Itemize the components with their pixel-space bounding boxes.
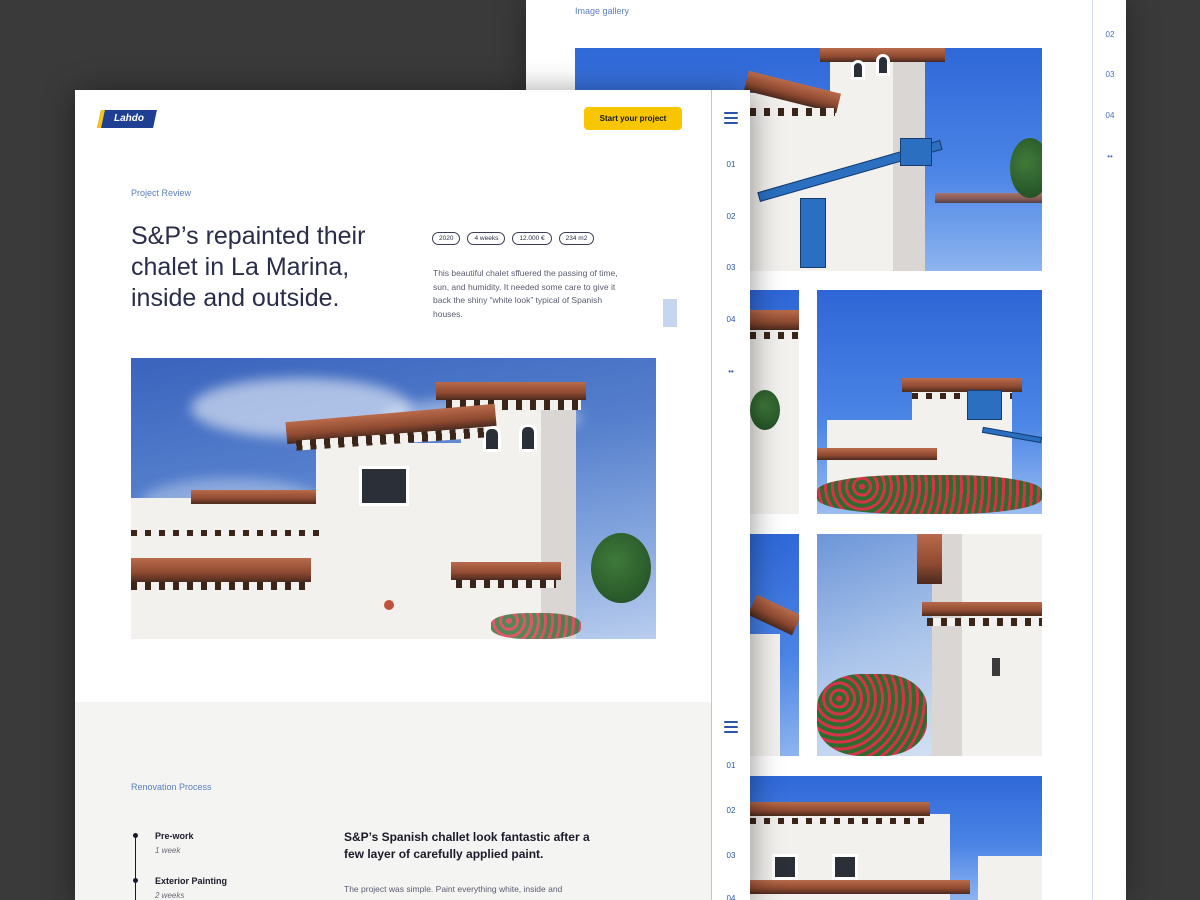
- gallery-photo-arch-partial[interactable]: [750, 290, 799, 514]
- renovation-eyebrow: Renovation Process: [131, 782, 212, 792]
- rail-nav-04-secondary[interactable]: 04: [717, 894, 745, 900]
- brand-logo-text: Lahdo: [114, 113, 144, 124]
- scroll-thumb[interactable]: [663, 299, 677, 327]
- tag-budget: 12.000 €: [512, 232, 552, 245]
- project-description: This beautiful chalet sffuered the passi…: [433, 268, 618, 319]
- step-duration-prework: 1 week: [155, 846, 181, 855]
- rail-nav-more[interactable]: ••: [717, 367, 745, 376]
- hero-photo: [131, 358, 656, 639]
- gallery-photo-house-basket[interactable]: [817, 290, 1042, 514]
- tag-duration: 4 weeks: [467, 232, 506, 245]
- timeline-dot-prework: [133, 833, 138, 838]
- tag-year: 2020: [432, 232, 461, 245]
- renovation-heading: S&P’s Spanish challet look fantastic aft…: [344, 830, 590, 861]
- step-title-prework: Pre-work: [155, 831, 194, 841]
- gallery-nav-03[interactable]: 03: [1098, 70, 1122, 79]
- gallery-label: Image gallery: [575, 6, 630, 16]
- gallery-nav-02[interactable]: 02: [1098, 30, 1122, 39]
- menu-icon[interactable]: [724, 112, 738, 124]
- gallery-rail-line: [1092, 0, 1093, 900]
- renovation-section: [75, 702, 711, 900]
- timeline-line: [135, 836, 136, 900]
- section-rail: 01 02 03 04 •• 01 02 03 04: [711, 90, 750, 900]
- rail-nav-01[interactable]: 01: [717, 160, 745, 169]
- gallery-nav-more[interactable]: ••: [1098, 152, 1122, 161]
- gallery-photo-lamp-corner[interactable]: [817, 534, 1042, 756]
- rail-nav-04[interactable]: 04: [717, 315, 745, 324]
- rail-nav-01-secondary[interactable]: 01: [717, 761, 745, 770]
- step-duration-exterior: 2 weeks: [155, 891, 185, 900]
- brand-logo[interactable]: Lahdo: [97, 110, 157, 128]
- timeline-dot-exterior: [133, 878, 138, 883]
- gallery-nav-04[interactable]: 04: [1098, 111, 1122, 120]
- page-title: S&P’s repainted their chalet in La Marin…: [131, 222, 366, 312]
- tag-area: 234 m2: [558, 232, 595, 245]
- menu-icon-secondary[interactable]: [724, 721, 738, 733]
- gallery-photo-roof-partial[interactable]: [750, 534, 799, 756]
- project-page: Lahdo Start your project 01 02 03 04 •• …: [75, 90, 750, 900]
- start-project-button[interactable]: Start your project: [584, 107, 682, 130]
- step-title-exterior: Exterior Painting: [155, 876, 228, 886]
- renovation-body: The project was simple. Paint everything…: [344, 884, 563, 894]
- gallery-photo-bottom-house[interactable]: [750, 776, 1042, 900]
- project-review-eyebrow: Project Review: [131, 188, 192, 198]
- rail-nav-03[interactable]: 03: [717, 263, 745, 272]
- rail-line: [711, 90, 712, 900]
- rail-nav-03-secondary[interactable]: 03: [717, 851, 745, 860]
- rail-nav-02-secondary[interactable]: 02: [717, 806, 745, 815]
- rail-nav-02[interactable]: 02: [717, 212, 745, 221]
- project-tags: 2020 4 weeks 12.000 € 234 m2: [432, 232, 595, 245]
